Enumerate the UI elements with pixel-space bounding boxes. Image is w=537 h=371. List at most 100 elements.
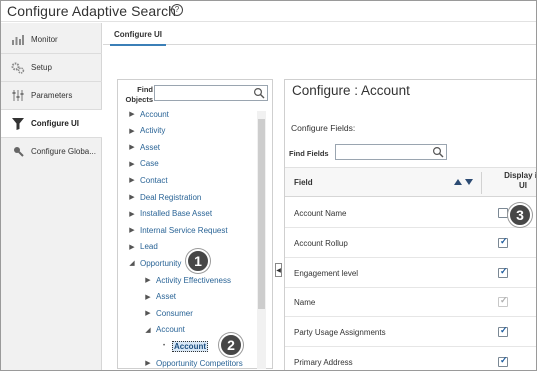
bar-chart-icon [11,33,25,47]
tree-expanded-icon[interactable]: ◢ [144,326,152,334]
tree-expanded-icon[interactable]: ◢ [128,259,136,267]
app-window: Configure Adaptive Search ? Monitor Setu… [0,0,537,371]
tree-item[interactable]: ▶ Installed Base Asset [128,206,212,222]
tree-item-label: Account [140,109,169,119]
find-objects-input[interactable] [154,85,268,101]
tree-item-label: Activity [140,126,166,136]
tree-item[interactable]: ▶ Case [128,156,159,172]
tree-collapsed-icon[interactable]: ▶ [144,359,152,367]
tree-item-label: Opportunity Competitors [156,358,243,368]
nav-item-label: Monitor [31,35,58,44]
display-in-ui-checkbox[interactable] [498,325,508,338]
tree-collapsed-icon[interactable]: ▶ [128,160,136,168]
tree-collapsed-icon[interactable]: ▶ [128,210,136,218]
display-in-ui-checkbox[interactable] [498,236,508,248]
panel-splitter-collapse-icon[interactable]: ◀ [275,263,282,277]
tree-collapsed-icon[interactable]: ▶ [128,193,136,201]
tree-collapsed-icon[interactable]: ▶ [128,226,136,234]
tree-item[interactable]: ▶ Account [128,106,169,122]
field-name: Party Usage Assignments [294,328,386,338]
tree-item[interactable]: ▶ Asset [144,289,176,305]
tree-item-label: Asset [140,142,161,152]
table-row: Primary Address [285,347,536,370]
sort-icon[interactable] [453,177,475,187]
display-in-ui-checkbox[interactable] [498,266,508,278]
tree-item[interactable]: ◢ Account [144,322,185,338]
tree-item-label: Activity Effectiveness [156,275,231,285]
sliders-icon [11,89,25,103]
search-icon[interactable] [432,146,444,158]
tree-item[interactable]: ▶ Internal Service Request [128,222,227,238]
tree-item-label: Account [156,325,185,335]
column-divider [481,172,482,194]
tree-item-label: Consumer [156,308,193,318]
title-bar: Configure Adaptive Search ? [1,1,536,22]
tab-configure-ui[interactable]: Configure UI [110,23,166,46]
tree-scrollbar-thumb[interactable] [258,119,265,309]
tree-item-label: Account [172,340,208,352]
objects-panel: ▶ Account ▶ Activity ▶ Asset ▶ Case ▶ Contact ▶ Dea… [117,79,273,369]
tree-item-label: Deal Registration [140,192,202,202]
callout-badge-1: 1 [186,249,210,273]
column-header-display-in-ui[interactable]: Display in UI [503,171,537,191]
tree-item[interactable]: ▶ Deal Registration [128,189,201,205]
tree-collapsed-icon[interactable]: ▶ [128,243,136,251]
search-icon[interactable] [253,87,265,99]
tree-item[interactable]: ▶ Asset [128,139,160,155]
table-row: Name [285,287,536,318]
tree-item[interactable]: ▶ Opportunity Competitors [144,355,243,368]
nav-item-configure-ui[interactable]: Configure UI [1,110,102,137]
display-in-ui-checkbox[interactable] [498,208,508,218]
field-name: Account Rollup [294,238,348,248]
find-fields-input[interactable] [335,144,447,160]
table-row: Engagement level [285,258,536,288]
configure-title: Configure : Account [292,83,410,98]
tree-item[interactable]: ▶ Activity [128,123,165,139]
tree-collapsed-icon[interactable]: ▶ [128,176,136,184]
tree-collapsed-icon[interactable]: ▶ [144,309,152,317]
table-row: Party Usage Assignments [285,317,536,348]
nav-item-monitor[interactable]: Monitor [1,26,102,53]
find-fields-label: Find Fields [289,149,329,158]
callout-badge-3: 3 [508,203,532,227]
column-header-field[interactable]: Field [294,178,313,187]
nav-item-setup[interactable]: Setup [1,54,102,81]
configure-fields-heading: Configure Fields: [291,123,356,133]
display-in-ui-checkbox[interactable] [498,355,508,367]
fields-table-header: Field Display in UI [285,167,537,197]
tree-item[interactable]: ▶ Activity Effectiveness [144,272,231,288]
column-header-line1: Display in [504,171,537,180]
tree-item[interactable]: ▶ Lead [128,239,158,255]
column-header-line2: UI [519,181,527,190]
tree-collapsed-icon[interactable]: ▶ [144,276,152,284]
magnifier-icon [11,145,25,159]
find-objects-label: Find Objects [119,85,153,105]
tree-collapsed-icon[interactable]: ▶ [144,293,152,301]
left-nav: Monitor Setup Parameters Configure UI Co… [1,23,102,370]
nav-item-label: Configure UI [31,119,79,128]
nav-item-parameters[interactable]: Parameters [1,82,102,109]
tree-collapsed-icon[interactable]: ▶ [128,127,136,135]
table-row: Account Name [285,198,536,228]
tree-item[interactable]: ◢ Opportunity [128,255,181,271]
tree-item[interactable]: ▶ Consumer [144,305,193,321]
nav-item-configure-global[interactable]: Configure Globa... [1,138,102,165]
tree-item-label: Opportunity [140,258,182,268]
nav-item-label: Parameters [31,91,73,100]
help-icon[interactable]: ? [171,4,183,16]
tree-collapsed-icon[interactable]: ▶ [128,110,136,118]
tree-item[interactable]: ▶ Contact [128,172,167,188]
funnel-icon [11,117,25,131]
nav-item-label: Configure Globa... [31,147,96,156]
callout-badge-2: 2 [219,333,243,357]
nav-item-label: Setup [31,63,52,72]
tree-item[interactable]: • Account [160,338,208,354]
field-name: Name [294,298,316,308]
find-objects-label-line1: Find [137,85,153,94]
tree-collapsed-icon[interactable]: ▶ [128,143,136,151]
tree-item-label: Installed Base Asset [140,209,213,219]
tree-leaf-bullet-icon[interactable]: • [160,343,168,349]
find-objects-label-line2: Objects [125,95,153,104]
field-name: Account Name [294,209,347,218]
tree-item-label: Case [140,159,159,169]
